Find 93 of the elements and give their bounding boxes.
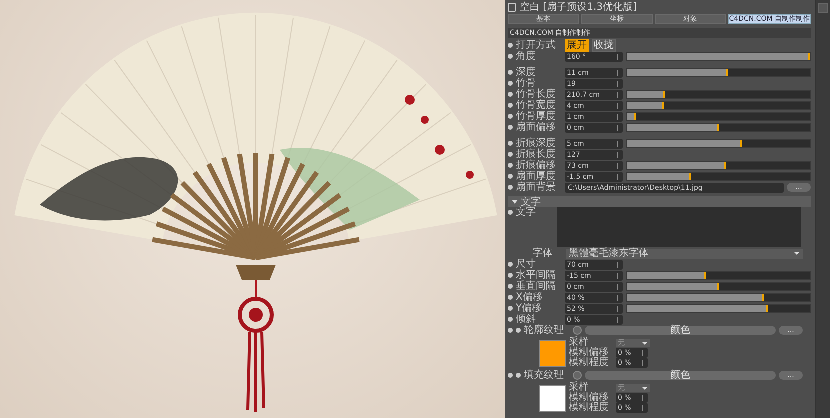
field-label: 轮廓纹理 xyxy=(524,325,565,336)
field-label: 扇面厚度 xyxy=(516,171,557,182)
slider-fill[interactable] xyxy=(627,113,636,120)
field-label: 模糊偏移 xyxy=(569,348,610,358)
color-swatch[interactable] xyxy=(539,340,566,366)
field-label: 填充纹理 xyxy=(524,370,565,381)
field-label: 模糊偏移 xyxy=(569,393,610,403)
window-title: 空白 [扇子预设1.3优化版] xyxy=(520,0,637,14)
field-label: 扇面背景 xyxy=(516,182,557,193)
field-label: 扇面偏移 xyxy=(516,122,557,133)
slider-track[interactable] xyxy=(626,68,811,77)
expand-icon[interactable] xyxy=(508,284,513,289)
slider-fill[interactable] xyxy=(627,140,742,147)
field-label: 折痕偏移 xyxy=(516,160,557,171)
slider-track[interactable] xyxy=(626,90,811,99)
spinner-icon[interactable] xyxy=(617,54,621,60)
field-label: 折痕长度 xyxy=(516,149,557,160)
field-label: 尺寸 xyxy=(516,259,537,270)
slider-fill[interactable] xyxy=(627,69,728,76)
field-label: 竹骨宽度 xyxy=(516,100,557,111)
expand-icon[interactable] xyxy=(508,81,513,86)
expand-icon[interactable] xyxy=(508,295,513,300)
field-label: 竹骨厚度 xyxy=(516,111,557,122)
slider-fill[interactable] xyxy=(627,272,706,279)
expand-icon[interactable] xyxy=(508,92,513,97)
collapse-icon[interactable] xyxy=(512,200,518,204)
panel-toggle-icon[interactable] xyxy=(818,3,828,13)
section-title: 文字 xyxy=(521,196,541,208)
clear-button[interactable] xyxy=(573,326,582,335)
app-logo-icon xyxy=(508,2,516,12)
field-label: X偏移 xyxy=(516,292,544,303)
expand-icon[interactable] xyxy=(508,210,513,215)
slider-track[interactable] xyxy=(626,112,811,121)
slider-track[interactable] xyxy=(626,304,811,313)
field-label: 文字 xyxy=(516,207,537,218)
field-label: 角度 xyxy=(516,51,537,62)
expand-icon[interactable] xyxy=(508,114,513,119)
field-label: 竹骨长度 xyxy=(516,89,557,100)
expand-icon[interactable] xyxy=(508,163,513,168)
slider-track[interactable] xyxy=(626,123,811,132)
field-label: 深度 xyxy=(516,67,537,78)
slider-track[interactable] xyxy=(626,101,811,110)
expand-icon[interactable] xyxy=(508,262,513,267)
clear-button[interactable] xyxy=(573,371,582,380)
expand-icon[interactable] xyxy=(508,185,513,190)
slider-fill[interactable] xyxy=(627,102,664,109)
expand-icon[interactable] xyxy=(508,125,513,130)
expand-icon[interactable] xyxy=(508,43,513,48)
mode-option[interactable]: 展开 xyxy=(565,39,589,52)
font-dropdown[interactable]: 黑體毫毛漆东字体 xyxy=(566,248,803,258)
slider-track[interactable] xyxy=(626,271,811,280)
expand-icon[interactable] xyxy=(508,103,513,108)
slider-track[interactable] xyxy=(626,172,811,181)
slider-fill[interactable] xyxy=(627,124,718,131)
field-label: 采样 xyxy=(569,338,589,348)
expand-icon[interactable] xyxy=(508,70,513,75)
field-label: 折痕深度 xyxy=(516,138,557,149)
caret-icon xyxy=(642,342,648,344)
slider-fill[interactable] xyxy=(627,173,692,180)
expand-icon[interactable] xyxy=(508,54,513,59)
slider-track[interactable] xyxy=(626,282,811,291)
expand-icon[interactable] xyxy=(508,273,513,278)
expand-icon[interactable] xyxy=(508,152,513,157)
expand-icon[interactable] xyxy=(508,141,513,146)
slider-fill[interactable] xyxy=(627,305,768,312)
slider-fill[interactable] xyxy=(627,294,764,301)
field-label: 倾斜 xyxy=(516,314,536,325)
slider-track[interactable] xyxy=(626,139,811,148)
field-label: 垂直间隔 xyxy=(516,281,557,292)
expand-icon[interactable] xyxy=(508,306,513,311)
slider-fill[interactable] xyxy=(627,283,718,290)
field-label: 模糊程度 xyxy=(569,358,610,368)
caret-icon xyxy=(794,252,800,255)
slider-track[interactable] xyxy=(626,293,811,302)
expand-icon[interactable] xyxy=(508,317,513,322)
field-label: 模糊程度 xyxy=(569,403,610,413)
field-label: Y偏移 xyxy=(516,303,544,314)
slider-fill[interactable] xyxy=(627,162,726,169)
expand-icon[interactable] xyxy=(508,174,513,179)
field-label: 竹骨 xyxy=(516,78,536,89)
slider-fill[interactable] xyxy=(627,91,666,98)
field-label: 采样 xyxy=(569,383,589,393)
color-button[interactable]: 颜色 xyxy=(585,371,776,380)
field-label: 水平间隔 xyxy=(516,270,557,281)
mode-option[interactable]: 收拢 xyxy=(592,39,616,52)
text-input-area[interactable] xyxy=(557,207,801,247)
field-label: 字体 xyxy=(533,248,554,259)
slider-track[interactable] xyxy=(626,161,811,170)
caret-icon xyxy=(642,386,648,390)
field-label: 打开方式 xyxy=(516,40,557,51)
color-swatch[interactable] xyxy=(539,384,566,412)
section-header[interactable]: 文字 xyxy=(508,196,811,207)
color-button[interactable]: 颜色 xyxy=(585,326,776,335)
